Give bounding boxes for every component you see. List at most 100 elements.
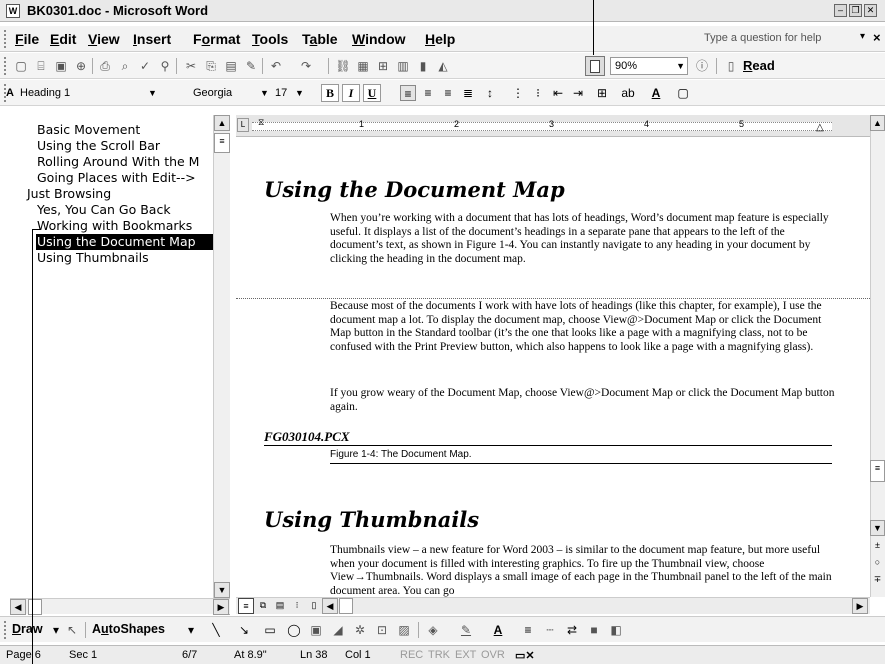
line-style-icon[interactable]: ≡	[520, 622, 536, 638]
scroll-thumb[interactable]: ≡	[214, 133, 230, 153]
menu-help[interactable]: Help	[425, 31, 455, 47]
italic-button[interactable]: I	[342, 84, 360, 102]
scroll-left-icon[interactable]: ◀	[10, 599, 26, 615]
next-page-icon[interactable]: ∓	[870, 572, 885, 588]
menu-view[interactable]: View	[88, 31, 120, 47]
scroll-up-icon[interactable]: ▲	[214, 115, 230, 131]
save-icon[interactable]: ▣	[53, 58, 69, 74]
menu-format[interactable]: Format	[193, 31, 240, 47]
tab-selector-icon[interactable]: L	[237, 118, 249, 132]
doc-map-item[interactable]: Using Thumbnails	[36, 250, 216, 266]
align-center-icon[interactable]: ≡	[420, 85, 436, 101]
open-folder-icon[interactable]: ⌸	[33, 58, 49, 74]
browse-object-icon[interactable]: ○	[870, 555, 885, 571]
previous-page-icon[interactable]: ±	[870, 538, 885, 554]
reading-layout-view-icon[interactable]: ▯	[306, 598, 322, 614]
right-indent-marker-icon[interactable]: △	[816, 122, 824, 133]
toolbar-options-icon[interactable]: ▢	[675, 85, 691, 101]
help-search-box[interactable]: Type a question for help	[704, 32, 821, 44]
doc-map-item[interactable]: Working with Bookmarks	[36, 218, 216, 234]
horizontal-ruler[interactable]: L 1 2 3 4 5 ⧖ △	[236, 115, 876, 137]
read-button[interactable]: Read	[743, 58, 775, 73]
style-dropdown[interactable]: Heading 1 ▼	[20, 84, 175, 102]
styles-formatting-icon[interactable]: A	[2, 85, 18, 101]
line-spacing-icon[interactable]: ↕	[482, 85, 498, 101]
status-ovr[interactable]: OVR	[481, 649, 505, 661]
tables-borders-icon[interactable]: ▦	[355, 58, 371, 74]
toolbar-grip[interactable]	[4, 30, 7, 48]
scroll-up-icon[interactable]: ▲	[870, 115, 885, 131]
scroll-right-icon[interactable]: ▶	[213, 599, 229, 615]
arrow-icon[interactable]: ↘	[236, 622, 252, 638]
normal-view-icon[interactable]: ≡	[238, 598, 254, 614]
menu-tools[interactable]: Tools	[252, 31, 288, 47]
close-document-button[interactable]: ×	[873, 30, 881, 45]
redo-icon[interactable]: ↷	[298, 58, 314, 74]
line-color-icon[interactable]: ✎	[458, 622, 474, 638]
research-icon[interactable]: ⚲	[157, 58, 173, 74]
numbering-icon[interactable]: ⋮	[510, 85, 526, 101]
doc-map-item-selected[interactable]: Using the Document Map	[36, 234, 216, 250]
toolbar-grip[interactable]	[4, 57, 7, 75]
scroll-down-icon[interactable]: ▼	[214, 582, 230, 598]
toolbar-grip[interactable]	[4, 621, 7, 639]
paste-icon[interactable]: ▤	[223, 58, 239, 74]
scroll-down-icon[interactable]: ▼	[870, 520, 885, 536]
document-area[interactable]: Using the Document Map When you’re worki…	[236, 137, 870, 597]
dash-style-icon[interactable]: ┄	[542, 622, 558, 638]
scroll-left-icon[interactable]: ◀	[322, 598, 338, 614]
web-layout-view-icon[interactable]: ⧉	[255, 598, 271, 614]
document-map-horizontal-scrollbar[interactable]: ◀ ▶	[10, 598, 230, 615]
restore-button[interactable]: ❐	[849, 4, 862, 17]
cut-icon[interactable]: ✂	[183, 58, 199, 74]
document-map-vertical-scrollbar[interactable]: ▲ ≡ ▼	[213, 115, 230, 600]
read-icon[interactable]: ▯	[723, 58, 739, 74]
align-right-icon[interactable]: ≡	[440, 85, 456, 101]
picture-icon[interactable]: ▨	[396, 622, 412, 638]
underline-button[interactable]: U	[363, 84, 381, 102]
scroll-thumb[interactable]	[28, 599, 42, 615]
menu-insert[interactable]: Insert	[133, 31, 171, 47]
word-app-icon[interactable]: W	[6, 4, 20, 18]
text-box-icon[interactable]: ▣	[308, 622, 324, 638]
document-horizontal-scrollbar[interactable]: ≡ ⧉ ▤ ⁝ ▯ ◀ ▶	[236, 597, 870, 614]
spelling-icon[interactable]: ✓	[137, 58, 153, 74]
draw-menu[interactable]: Draw	[12, 622, 43, 636]
line-icon[interactable]: ╲	[208, 622, 224, 638]
align-left-icon[interactable]: ≡	[400, 85, 416, 101]
wordart-icon[interactable]: ◢	[330, 622, 346, 638]
spelling-status-icon[interactable]: ▭✕	[515, 649, 535, 662]
scroll-thumb[interactable]: ≡	[870, 460, 885, 482]
font-size-dropdown[interactable]: ▼ 17 ▼	[260, 84, 306, 102]
select-objects-icon[interactable]: ↖	[64, 622, 80, 638]
fill-color-icon[interactable]: ◈	[425, 622, 441, 638]
outline-view-icon[interactable]: ⁝	[289, 598, 305, 614]
highlight-icon[interactable]: ab	[620, 85, 636, 101]
doc-map-item[interactable]: Yes, You Can Go Back	[36, 202, 216, 218]
zoom-dropdown[interactable]: 90% ▼	[610, 57, 688, 75]
status-trk[interactable]: TRK	[428, 649, 450, 661]
clip-art-icon[interactable]: ⊡	[374, 622, 390, 638]
document-vertical-scrollbar[interactable]: ▲ ≡ ▼ ± ○ ∓	[870, 115, 885, 597]
border-icon[interactable]: ⊞	[594, 85, 610, 101]
close-button[interactable]: ✕	[864, 4, 877, 17]
copy-icon[interactable]: ⎘	[203, 58, 219, 74]
status-ext[interactable]: EXT	[455, 649, 476, 661]
decrease-indent-icon[interactable]: ⇤	[550, 85, 566, 101]
justify-icon[interactable]: ≣	[460, 85, 476, 101]
font-color-icon[interactable]: A	[648, 85, 664, 101]
bullets-icon[interactable]: ⁝	[530, 85, 546, 101]
menu-table[interactable]: Table	[302, 31, 338, 47]
font-dropdown[interactable]: Georgia	[185, 84, 260, 102]
shadow-style-icon[interactable]: ■	[586, 622, 602, 638]
print-layout-view-icon[interactable]: ▤	[272, 598, 288, 614]
permission-icon[interactable]: ⊕	[73, 58, 89, 74]
help-icon[interactable]: ⓘ	[694, 58, 710, 74]
print-icon[interactable]: ⎙	[97, 58, 113, 74]
menu-file[interactable]: File	[15, 31, 39, 47]
doc-map-item[interactable]: Basic Movement	[36, 122, 216, 138]
doc-map-item[interactable]: Using the Scroll Bar	[36, 138, 216, 154]
split-line[interactable]	[236, 298, 870, 299]
insert-table-icon[interactable]: ⊞	[375, 58, 391, 74]
font-color-icon[interactable]: A	[490, 622, 506, 638]
